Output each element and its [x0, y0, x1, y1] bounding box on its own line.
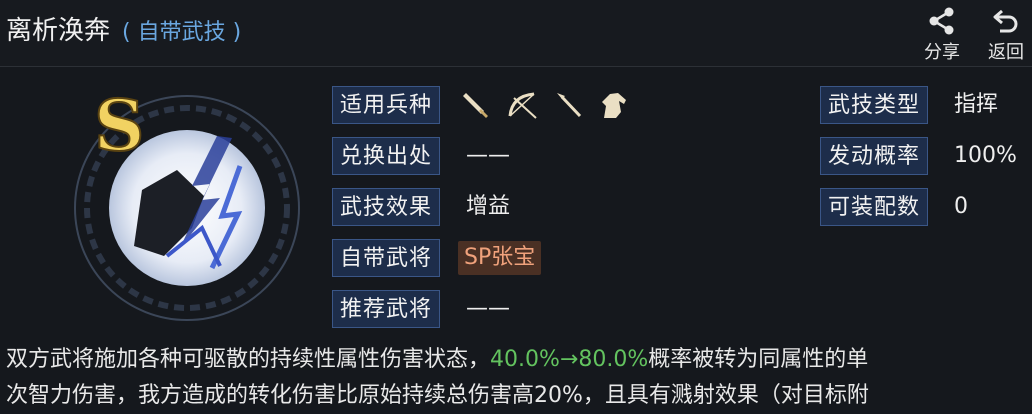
back-label: 返回 — [988, 42, 1024, 63]
share-icon — [929, 7, 954, 35]
skill-avatar: S — [42, 78, 312, 338]
label-trigger-rate: 发动概率 — [820, 137, 929, 175]
probability-highlight: 40.0%→80.0% — [490, 347, 649, 372]
horse-icon — [602, 93, 626, 118]
back-button[interactable]: 返回 — [982, 6, 1030, 64]
return-icon — [993, 9, 1018, 33]
skill-title: 离析涣奔 — [6, 16, 111, 46]
share-button[interactable]: 分享 — [918, 6, 966, 64]
description-line-2: 次智力伤害，我方造成的转化伤害比原始持续总伤害高20%，且具有溅射效果（对目标附 — [6, 383, 869, 408]
bow-icon — [508, 92, 537, 119]
sword-icon — [463, 93, 488, 118]
unit-icons — [462, 86, 630, 124]
spear-icon — [557, 93, 582, 118]
skill-description: 双方武将施加各种可驱散的持续性属性伤害状态，40.0%→80.0%概率被转为同属… — [6, 342, 1026, 414]
share-label: 分享 — [924, 42, 960, 63]
label-recommended-general: 推荐武将 — [332, 290, 441, 328]
value-skill-type: 指挥 — [954, 92, 999, 117]
description-line-1: 双方武将施加各种可驱散的持续性属性伤害状态，40.0%→80.0%概率被转为同属… — [6, 347, 869, 372]
skill-grade-letter: S — [94, 84, 145, 167]
label-skill-effect: 武技效果 — [332, 188, 441, 226]
value-trigger-rate: 100% — [954, 143, 1017, 168]
label-exchange-source: 兑换出处 — [332, 137, 441, 175]
skill-source-tag: ( 自带武技 ) — [122, 20, 242, 45]
value-recommended-general: —— — [466, 296, 510, 321]
value-skill-effect: 增益 — [466, 194, 511, 219]
label-bundled-general: 自带武将 — [332, 239, 441, 277]
label-skill-type: 武技类型 — [820, 86, 929, 124]
value-exchange-source: —— — [466, 143, 510, 168]
general-link[interactable]: SP张宝 — [458, 241, 542, 275]
header-bar: 离析涣奔 ( 自带武技 ) 分享 返回 — [0, 0, 1032, 67]
label-applicable-units: 适用兵种 — [332, 86, 441, 124]
label-equip-count: 可装配数 — [820, 188, 929, 226]
value-equip-count: 0 — [954, 194, 968, 219]
